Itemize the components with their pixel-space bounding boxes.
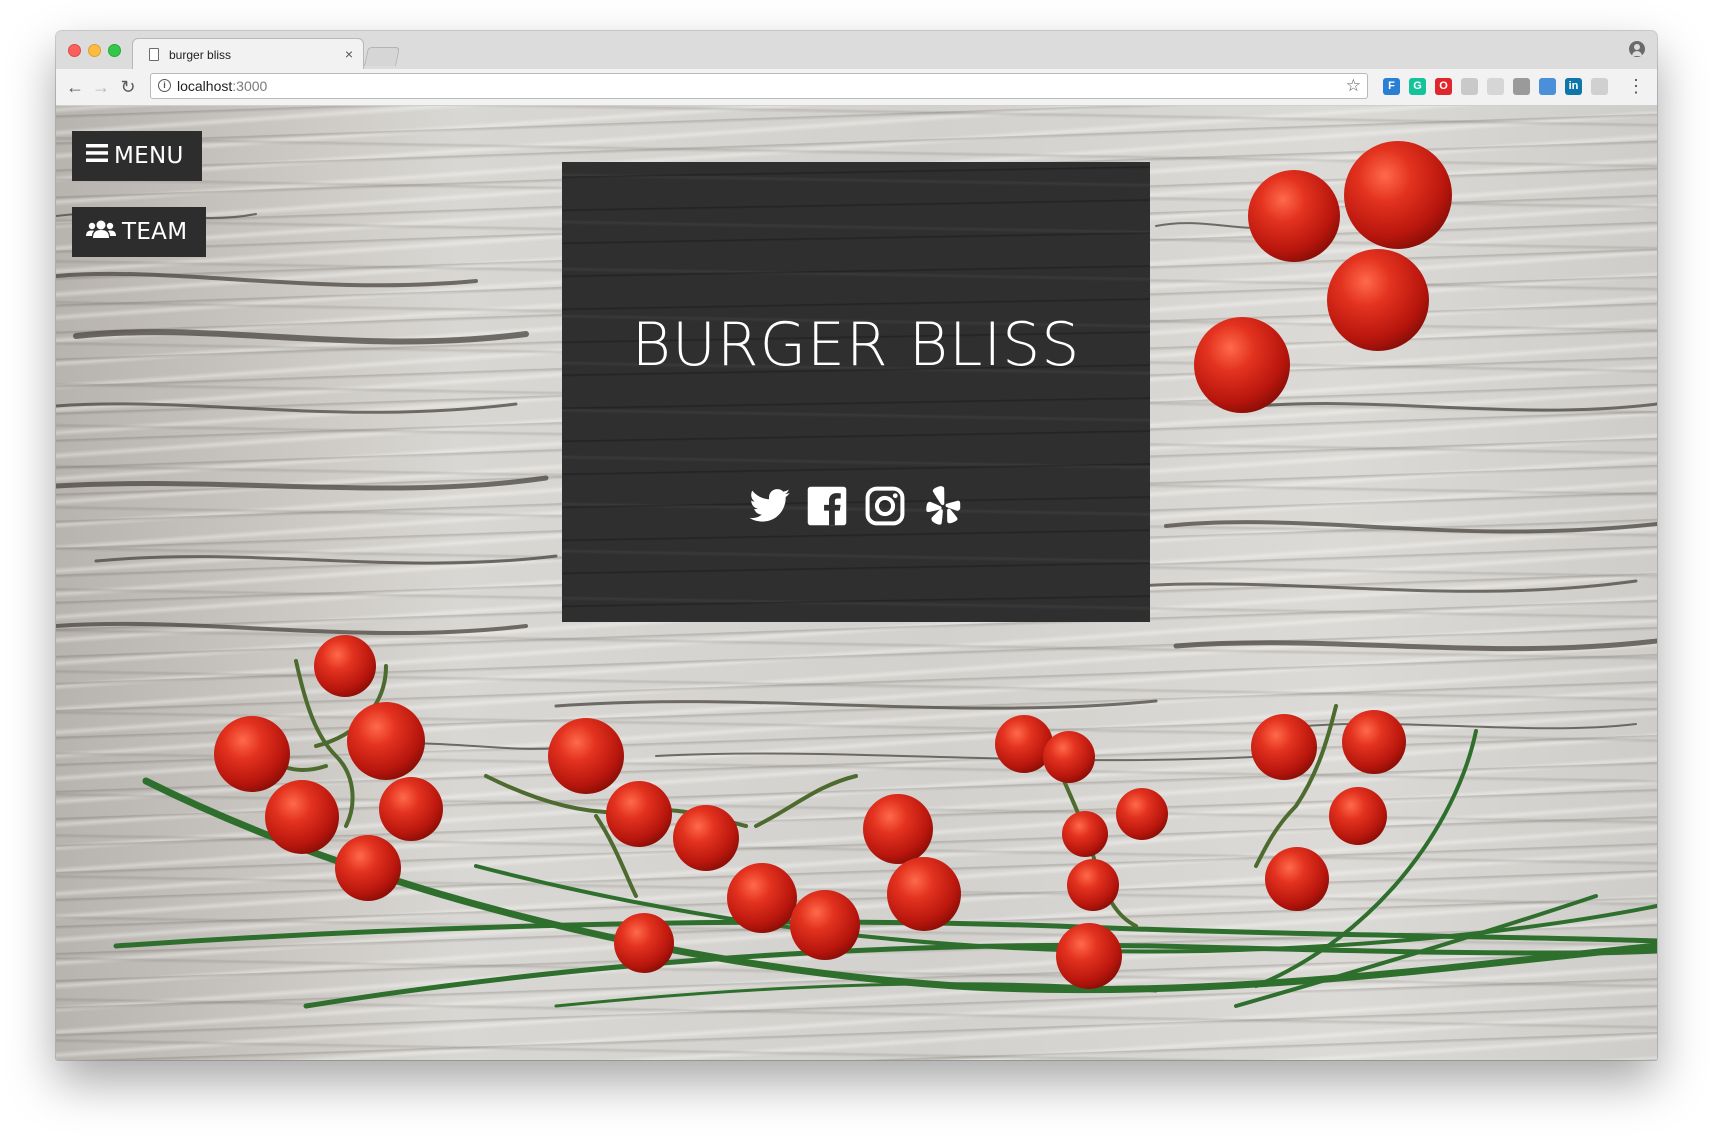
address-bar[interactable]: i localhost:3000 ☆ bbox=[150, 73, 1368, 99]
tab-close-icon[interactable]: × bbox=[345, 46, 353, 62]
tab-strip: burger bliss × bbox=[56, 31, 1657, 71]
menu-button[interactable]: MENU bbox=[72, 131, 202, 181]
new-tab-button[interactable] bbox=[363, 47, 401, 66]
facebook-link[interactable] bbox=[805, 484, 849, 528]
site-info-icon[interactable]: i bbox=[158, 79, 171, 92]
profile-icon[interactable] bbox=[1629, 41, 1645, 57]
url-text[interactable]: localhost:3000 bbox=[177, 78, 267, 94]
close-window-button[interactable] bbox=[68, 44, 81, 57]
facebook-icon bbox=[807, 486, 847, 526]
users-icon bbox=[86, 219, 116, 245]
tab-title: burger bliss bbox=[169, 48, 232, 62]
twitter-icon bbox=[749, 489, 790, 522]
twitter-link[interactable] bbox=[747, 484, 791, 528]
team-label: TEAM bbox=[122, 219, 188, 245]
bookmark-star-icon[interactable]: ☆ bbox=[1346, 76, 1361, 96]
hamburger-icon bbox=[86, 143, 108, 169]
maximize-window-button[interactable] bbox=[108, 44, 121, 57]
yelp-link[interactable] bbox=[921, 484, 965, 528]
team-button[interactable]: TEAM bbox=[72, 207, 206, 257]
cherry-tomatoes bbox=[214, 635, 1406, 989]
grid-ext-icon[interactable] bbox=[1591, 78, 1608, 95]
tomatoes-top-right bbox=[1194, 141, 1452, 413]
grammarly-ext-icon[interactable]: G bbox=[1409, 78, 1426, 95]
page-title: BURGER BLISS bbox=[631, 310, 1081, 380]
forward-button[interactable]: → bbox=[90, 76, 112, 98]
tab-burger-bliss[interactable]: burger bliss × bbox=[132, 38, 364, 71]
minimize-window-button[interactable] bbox=[88, 44, 101, 57]
url-port: :3000 bbox=[232, 78, 268, 94]
page-viewport: MENU TEAM BURGER BLISS bbox=[56, 106, 1657, 1060]
social-links bbox=[562, 484, 1150, 528]
menu-label: MENU bbox=[114, 143, 184, 169]
browser-window: burger bliss × ← → ↻ i localhost:3000 ☆ … bbox=[56, 31, 1657, 1060]
circle-ext-icon[interactable] bbox=[1461, 78, 1478, 95]
linkedin-ext-icon[interactable]: in bbox=[1565, 78, 1582, 95]
stamp-ext-icon[interactable] bbox=[1513, 78, 1530, 95]
opera-ext-icon[interactable]: O bbox=[1435, 78, 1452, 95]
back-button[interactable]: ← bbox=[64, 76, 86, 98]
browser-menu-icon[interactable]: ⋮ bbox=[1627, 77, 1645, 95]
feedly-ext-icon[interactable]: F bbox=[1383, 78, 1400, 95]
hero-panel: BURGER BLISS bbox=[562, 162, 1150, 622]
reload-button[interactable]: ↻ bbox=[117, 76, 139, 98]
browser-toolbar: ← → ↻ i localhost:3000 ☆ F G Oin ⋮ bbox=[56, 69, 1657, 106]
url-host: localhost bbox=[177, 78, 233, 94]
document-icon bbox=[149, 48, 159, 61]
yelp-icon bbox=[926, 486, 961, 525]
instagram-link[interactable] bbox=[863, 484, 907, 528]
instagram-icon bbox=[865, 486, 905, 526]
shield-ext-icon[interactable] bbox=[1487, 78, 1504, 95]
window-ext-icon[interactable] bbox=[1539, 78, 1556, 95]
